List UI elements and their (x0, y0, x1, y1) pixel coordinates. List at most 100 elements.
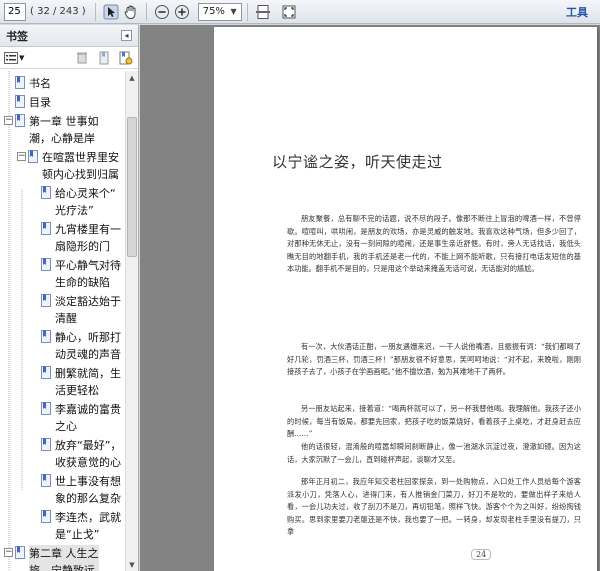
bookmark-label-line: 李连杰，武就 (55, 511, 121, 524)
bookmark-label-line: 收获意觉的心 (55, 456, 121, 469)
trash-icon (77, 52, 87, 64)
toolbar-separator (145, 2, 147, 21)
chevron-down-icon: ▼ (230, 7, 237, 16)
bookmark-item[interactable]: 目录 (15, 94, 51, 111)
bookmark-label: 删繁就简，生 活更轻松 (55, 365, 121, 399)
bookmark-item[interactable]: 淡定豁达始于 清醒 (41, 293, 121, 327)
zoom-select[interactable]: 75% ▼ (197, 2, 242, 21)
bookmarks-panel: 书签 ◂ ▼ 书名 目录 − 第一章 世事如 潮，心静是岸 − 在喧嚣世界里安 … (0, 25, 139, 571)
bookmarks-toolbar: ▼ (0, 47, 138, 69)
chevron-left-icon: ◂ (124, 31, 129, 40)
body-paragraph: 另一朋友站起来，接着道：“喝两杯就可以了，另一杯我替他喝。我理解他。我孩子还小的… (287, 404, 581, 439)
page-number-label: 24 (471, 549, 492, 560)
bookmark-item[interactable]: − 在喧嚣世界里安 顿内心找到归属 (17, 149, 119, 183)
fit-width-button[interactable] (253, 2, 273, 22)
zoom-out-button[interactable] (152, 2, 172, 22)
scroll-thumb[interactable] (127, 117, 137, 257)
bookmark-label: 静心，听那打 动灵魂的声音 (55, 329, 121, 363)
bookmark-icon (41, 366, 51, 382)
bookmark-label-line: 动灵魂的声音 (55, 348, 121, 361)
bookmark-label: 在喧嚣世界里安 顿内心找到归属 (42, 149, 119, 183)
bookmark-icon (41, 222, 51, 238)
bookmark-settings-icon (119, 51, 133, 64)
collapse-panel-button[interactable]: ◂ (121, 30, 132, 41)
bookmark-tree: 书名 目录 − 第一章 世事如 潮，心静是岸 − 在喧嚣世界里安 顿内心找到归属 给心灵来个“ 光… (0, 71, 125, 571)
scroll-down-arrow[interactable]: ▼ (126, 558, 138, 571)
bookmark-icon (41, 510, 51, 526)
bookmark-label: 书名 (29, 75, 51, 92)
collapse-toggle-icon[interactable]: − (4, 548, 13, 557)
collapse-toggle-icon[interactable]: − (4, 116, 13, 125)
bookmark-label-line: 光疗法” (55, 204, 94, 217)
page-count-label: ( 32 / 243 ) (30, 6, 86, 17)
document-viewport[interactable]: 以宁谧之姿，听天使走过 朋友聚餐，总有聊不完的话题，说不尽的段子。像那不断往上冒… (140, 25, 600, 571)
bookmark-item[interactable]: 书名 (15, 75, 51, 92)
bookmark-label-line: 目录 (29, 96, 51, 109)
bookmark-label-line: 旅，宁静致远 (29, 564, 95, 571)
bookmark-item[interactable]: 平心静气对待 生命的缺陷 (41, 257, 121, 291)
bookmark-item[interactable]: 李嘉诚的富贵 之心 (41, 401, 121, 435)
bookmark-label-line: 顿内心找到归属 (42, 168, 119, 181)
bookmark-label-line: 第二章 人生之 (29, 547, 99, 560)
delete-bookmark-button[interactable] (74, 50, 90, 66)
new-bookmark-button[interactable] (96, 50, 112, 66)
bookmark-item[interactable]: 删繁就简，生 活更轻松 (41, 365, 121, 399)
bookmark-label: 淡定豁达始于 清醒 (55, 293, 121, 327)
zoom-out-icon (154, 4, 169, 19)
bookmark-icon (15, 95, 25, 111)
bookmark-options-button[interactable]: ▼ (4, 51, 25, 64)
bookmark-item[interactable]: 静心，听那打 动灵魂的声音 (41, 329, 121, 363)
toolbar-separator (246, 2, 248, 21)
bookmark-label-line: 给心灵来个“ (55, 187, 116, 200)
bookmark-label-line: 象的那么复杂 (55, 492, 121, 505)
bookmark-label: 平心静气对待 生命的缺陷 (55, 257, 121, 291)
bookmark-label-line: 生命的缺陷 (55, 276, 110, 289)
bookmark-label-line: 平心静气对待 (55, 259, 121, 272)
bookmark-label-line: 删繁就简，生 (55, 367, 121, 380)
bookmark-label: 第二章 人生之旅，宁静致远 (29, 545, 99, 571)
cursor-select-icon (103, 4, 119, 19)
fit-page-icon (282, 5, 296, 18)
bookmark-label: 第一章 世事如 潮，心静是岸 (29, 113, 99, 147)
body-paragraph: 朋友聚餐，总有聊不完的话题，说不尽的段子。像那不断往上冒泡的啤酒一样，不曾停歇。… (287, 214, 581, 274)
hand-tool-button[interactable] (121, 2, 141, 22)
bookmark-icon (41, 474, 51, 490)
document-page: 以宁谧之姿，听天使走过 朋友聚餐，总有聊不完的话题，说不尽的段子。像那不断往上冒… (214, 27, 597, 571)
bookmark-label-line: 清醒 (55, 312, 77, 325)
page-number-input[interactable] (4, 2, 26, 21)
select-text-tool-button[interactable] (101, 2, 121, 22)
bookmark-properties-button[interactable] (118, 50, 134, 66)
bookmarks-header: 书签 ◂ (0, 25, 138, 47)
bookmark-label-line: 放弃“最好”， (55, 439, 122, 452)
bookmark-item[interactable]: − 第二章 人生之旅，宁静致远 (4, 545, 99, 571)
options-list-icon (4, 51, 18, 64)
chevron-down-icon: ▼ (19, 53, 25, 62)
chapter-title: 以宁谧之姿，听天使走过 (272, 153, 443, 171)
bookmark-item[interactable]: 世上事没有想 象的那么复杂 (41, 473, 121, 507)
bookmarks-scrollbar[interactable]: ▲ ▼ (125, 71, 138, 571)
bookmark-icon (15, 114, 25, 130)
bookmark-label-line: 世上事没有想 (55, 475, 121, 488)
collapse-toggle-icon[interactable]: − (17, 152, 26, 161)
bookmark-label-line: 静心，听那打 (55, 331, 121, 344)
bookmark-label: 李连杰，武就 是“止戈” (55, 509, 121, 543)
bookmark-label: 给心灵来个“ 光疗法” (55, 185, 116, 219)
bookmark-label-line: 九宵楼里有一 (55, 223, 121, 236)
bookmark-label-line: 活更轻松 (55, 384, 99, 397)
bookmark-item[interactable]: − 第一章 世事如 潮，心静是岸 (4, 113, 99, 147)
bookmark-icon (41, 258, 51, 274)
bookmark-item[interactable]: 九宵楼里有一 扇隐形的门 (41, 221, 121, 255)
bookmark-icon (41, 186, 51, 202)
bookmark-item[interactable]: 给心灵来个“ 光疗法” (41, 185, 116, 219)
zoom-value: 75% (202, 6, 225, 17)
bookmark-icon (41, 330, 51, 346)
tools-link[interactable]: 工具 (566, 4, 588, 20)
fit-page-button[interactable] (279, 2, 299, 22)
bookmark-item[interactable]: 放弃“最好”， 收获意觉的心 (41, 437, 121, 471)
zoom-in-button[interactable] (172, 2, 192, 22)
bookmark-label: 放弃“最好”， 收获意觉的心 (55, 437, 121, 471)
bookmark-item[interactable]: 李连杰，武就 是“止戈” (41, 509, 121, 543)
zoom-in-icon (174, 4, 189, 19)
bookmark-icon (15, 76, 25, 92)
scroll-up-arrow[interactable]: ▲ (126, 71, 138, 84)
